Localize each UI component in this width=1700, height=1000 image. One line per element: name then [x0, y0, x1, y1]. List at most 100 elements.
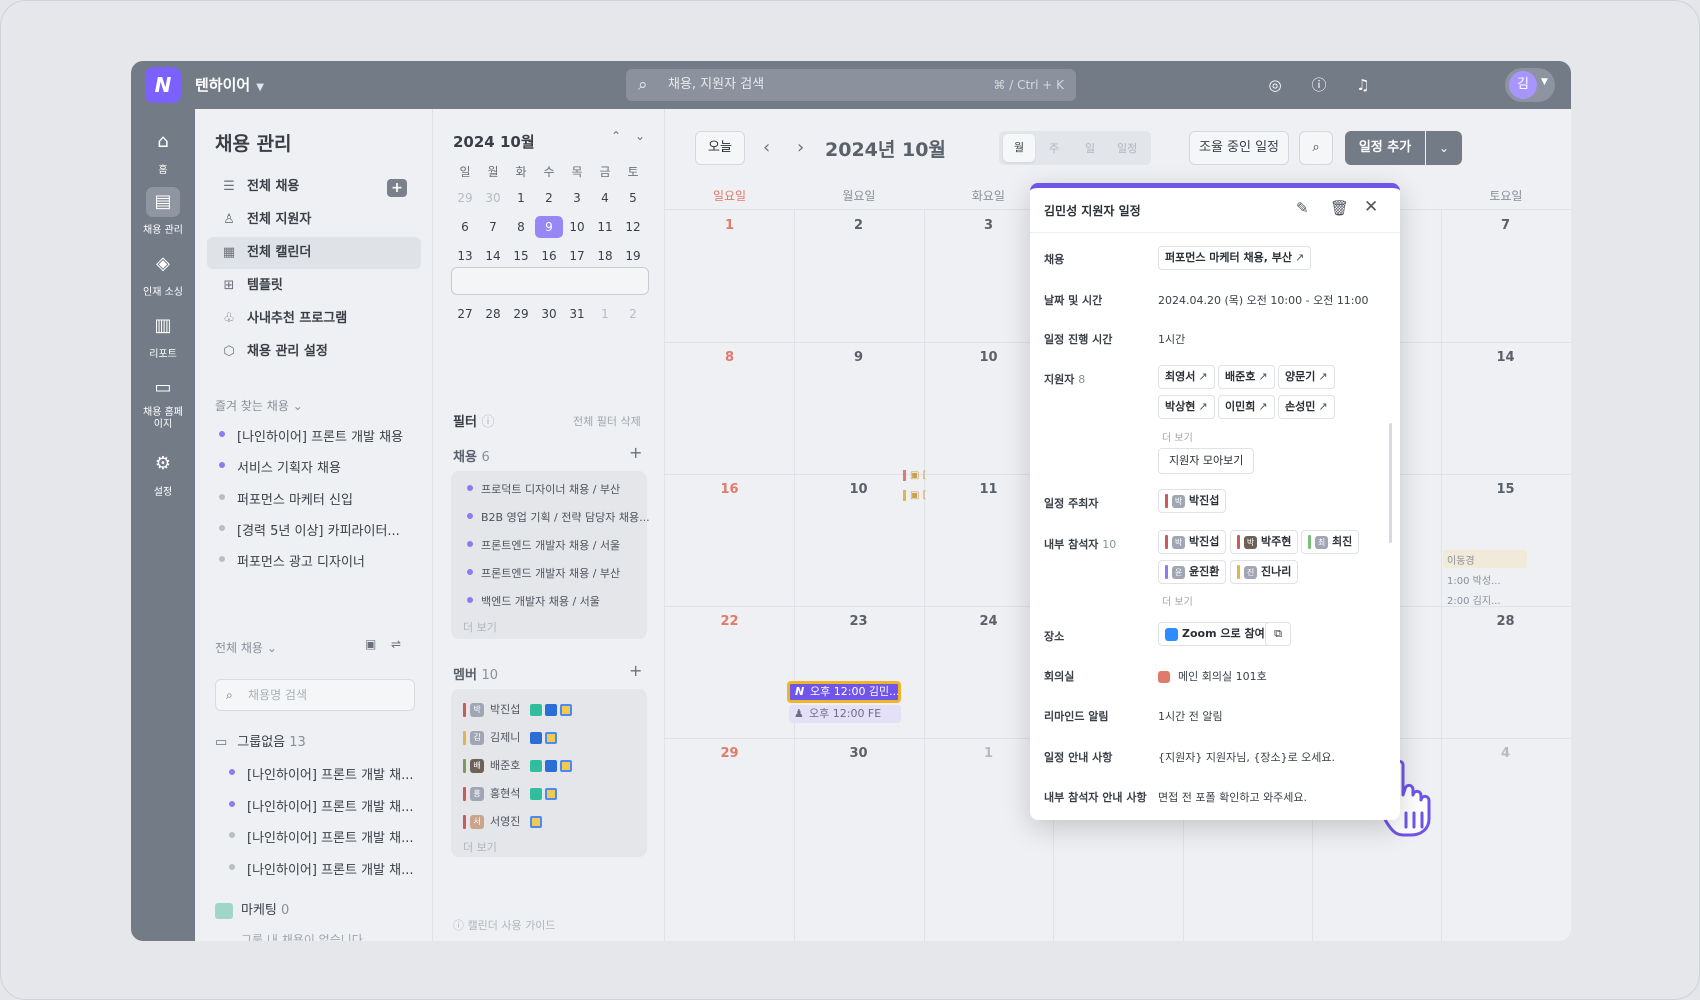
applicant-chip[interactable]: 손성민 ↗ [1278, 395, 1335, 419]
mini-day[interactable]: 30 [535, 303, 563, 325]
recruit-filter-item[interactable]: 프로덕트 디자이너 채용 / 부산 [467, 481, 620, 497]
filter-icon[interactable]: ⇌ [391, 637, 401, 651]
applicant-chip[interactable]: 최영서 ↗ [1158, 365, 1215, 389]
day-number[interactable]: 16 [665, 482, 794, 497]
tab-day[interactable]: 일 [1085, 140, 1095, 156]
recruit-filter-item[interactable]: 백엔드 개발자 채용 / 서울 [467, 593, 600, 609]
all-recruit-header[interactable]: 전체 채용 ⌄ [215, 639, 277, 656]
add-recruit-button[interactable]: + [387, 179, 407, 197]
chat-icon[interactable]: ◎ [1263, 73, 1287, 97]
rail-item-settings[interactable]: ⚙ 설정 [131, 449, 195, 498]
mini-day[interactable]: 11 [591, 216, 619, 238]
day-number[interactable]: 15 [1441, 482, 1570, 497]
event-chip[interactable]: ♟ 오후 12:00 FE [789, 705, 901, 723]
global-search[interactable]: ⌕ 채용, 지원자 검색 ⌘ / Ctrl + K [626, 69, 1076, 101]
group-item[interactable]: [나인하이어] 프론트 개발 채... [229, 764, 414, 783]
applicant-chip[interactable]: 배준호 ↗ [1218, 365, 1275, 389]
mini-day[interactable]: 27 [451, 303, 479, 325]
add-schedule-button[interactable]: 일정 추가 [1345, 131, 1425, 165]
favorite-item[interactable]: 퍼포먼스 마케터 신입 [219, 489, 353, 508]
member-filter-item[interactable]: 배 배준호 [463, 757, 573, 773]
mini-day[interactable]: 18 [591, 245, 619, 267]
member-filter-item[interactable]: 김 김제니 [463, 729, 558, 745]
day-number[interactable]: 1 [665, 218, 794, 233]
more-link[interactable]: 더 보기 [1162, 429, 1193, 444]
mini-day[interactable]: 6 [451, 216, 479, 238]
add-recruit-filter-button[interactable]: + [629, 443, 642, 462]
recruit-filter-item[interactable]: B2B 영업 기획 / 전략 담당자 채용... [467, 509, 650, 525]
edit-icon[interactable]: ✎ [1296, 199, 1309, 217]
favorite-item[interactable]: 서비스 기획자 채용 [219, 457, 341, 476]
mini-day[interactable]: 2 [535, 187, 563, 209]
rail-item-recruit[interactable]: ▤ 채용 관리 [131, 187, 195, 236]
day-number[interactable]: 23 [794, 614, 923, 629]
mini-day[interactable]: 3 [563, 187, 591, 209]
mini-day[interactable]: 30 [479, 187, 507, 209]
user-menu[interactable]: 김 ▼ [1505, 68, 1555, 102]
member-filter-item[interactable]: 박 박진섭 [463, 701, 573, 717]
applicant-chip[interactable]: 이민희 ↗ [1218, 395, 1275, 419]
mini-day[interactable]: 28 [479, 303, 507, 325]
recruit-search-input[interactable]: ⌕ 채용명 검색 [215, 679, 415, 711]
day-number[interactable]: 22 [665, 614, 794, 629]
sidebar-item-templates[interactable]: ⊞ 템플릿 [207, 270, 421, 302]
favorite-item[interactable]: [나인하이어] 프론트 개발 채용 [219, 426, 403, 445]
copy-button[interactable]: ⧉ [1265, 622, 1291, 646]
add-member-filter-button[interactable]: + [629, 661, 642, 680]
event-chip[interactable]: ▣ [ [903, 470, 927, 481]
workspace-switcher[interactable]: 텐하이어 ▼ [195, 74, 264, 95]
internal-chip[interactable]: 박 박주현 [1230, 530, 1299, 554]
today-button[interactable]: 오늘 [695, 131, 745, 165]
sidebar-item-all-recruit[interactable]: ☰ 전체 채용 + [207, 171, 421, 203]
clear-filter-button[interactable]: 전체 필터 삭제 [573, 413, 641, 429]
day-number[interactable]: 4 [1441, 746, 1570, 761]
sidebar-item-settings[interactable]: ⬡ 채용 관리 설정 [207, 336, 421, 368]
day-number[interactable]: 30 [794, 746, 923, 761]
rail-item-sourcing[interactable]: ◈ 인재 소싱 [131, 249, 195, 298]
scrollbar[interactable] [1389, 423, 1392, 543]
chevron-down-icon[interactable]: ⌄ [635, 129, 645, 143]
rail-item-homepage[interactable]: ▭ 채용 홈페이지 [131, 373, 195, 431]
pending-schedule-button[interactable]: 조율 중인 일정 [1189, 131, 1289, 165]
more-link[interactable]: 더 보기 [463, 839, 497, 855]
tab-month[interactable]: 월 [1003, 134, 1035, 162]
mini-day[interactable]: 14 [479, 245, 507, 267]
day-number[interactable]: 9 [794, 350, 923, 365]
applicant-chip[interactable]: 양문기 ↗ [1278, 365, 1335, 389]
app-logo[interactable]: N [145, 67, 181, 103]
favorite-item[interactable]: 퍼포먼스 광고 디자이너 [219, 551, 365, 570]
mini-day[interactable]: 2 [619, 303, 647, 325]
mini-day[interactable]: 29 [507, 303, 535, 325]
internal-chip[interactable]: 최 최진 [1301, 530, 1360, 554]
mini-day[interactable]: 7 [479, 216, 507, 238]
day-number[interactable]: 29 [665, 746, 794, 761]
member-filter-item[interactable]: 서 서영진 [463, 813, 543, 829]
sidebar-item-all-calendar[interactable]: ▦ 전체 캘린더 [207, 237, 421, 269]
day-number[interactable]: 28 [1441, 614, 1570, 629]
more-link[interactable]: 더 보기 [463, 619, 497, 635]
zoom-join-button[interactable]: Zoom 으로 참여 [1158, 622, 1272, 646]
event-label[interactable]: 2:00 김지... [1447, 592, 1501, 607]
group-item[interactable]: [나인하이어] 프론트 개발 채... [229, 827, 414, 846]
mini-day[interactable]: 1 [591, 303, 619, 325]
group-none[interactable]: ▭ 그룹없음 13 [215, 731, 306, 750]
chevron-left-icon[interactable]: ‹ [763, 137, 770, 158]
mini-day[interactable]: 4 [591, 187, 619, 209]
day-number[interactable]: 2 [794, 218, 923, 233]
recruit-filter-item[interactable]: 프론트엔드 개발자 채용 / 부산 [467, 565, 620, 581]
internal-chip[interactable]: 윤 윤진환 [1158, 560, 1227, 584]
rail-item-report[interactable]: ▥ 리포트 [131, 311, 195, 360]
mini-day[interactable]: 9 [535, 216, 563, 238]
day-number[interactable]: 8 [665, 350, 794, 365]
tab-schedule[interactable]: 일정 [1117, 140, 1137, 156]
internal-chip[interactable]: 진 진나리 [1230, 560, 1299, 584]
group-marketing[interactable]: 마케팅 0 [215, 899, 289, 919]
chevron-up-icon[interactable]: ⌃ [611, 129, 621, 143]
favorite-item[interactable]: [경력 5년 이상] 카피라이터... [219, 520, 400, 539]
internal-chip[interactable]: 박 박진섭 [1158, 530, 1227, 554]
mini-day[interactable]: 8 [507, 216, 535, 238]
rail-item-home[interactable]: ⌂ 홈 [131, 127, 195, 176]
sidebar-item-referral[interactable]: ♧ 사내추천 프로그램 [207, 303, 421, 335]
mini-day[interactable]: 31 [563, 303, 591, 325]
collect-applicants-button[interactable]: 지원자 모아보기 [1158, 448, 1255, 474]
